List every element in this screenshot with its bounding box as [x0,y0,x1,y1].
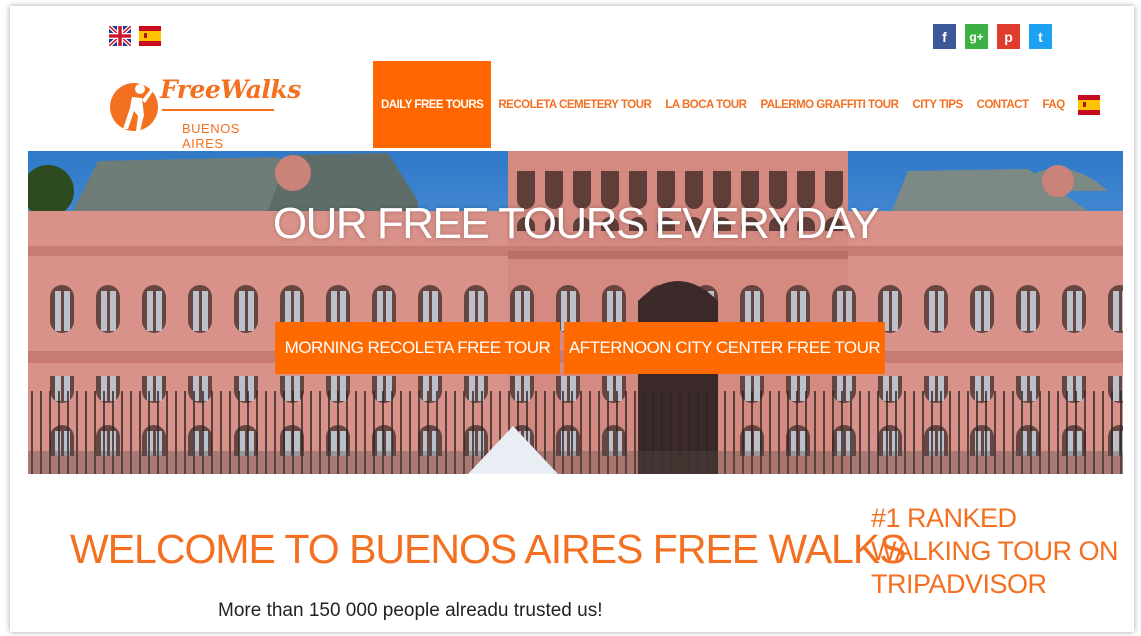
trusted-tagline: More than 150 000 people alreadu trusted… [218,600,603,621]
page: f g+ p t FreeWalks BUENOS AIRES DAILY FR… [10,6,1134,632]
social-links: f g+ p t [933,24,1052,49]
twitter-icon[interactable]: t [1029,24,1052,49]
nav-contact[interactable]: CONTACT [970,61,1036,148]
tripadvisor-ranking: #1 RANKED WALKING TOUR ON TRIPADVISOR [871,503,1119,599]
morning-recoleta-tour-button[interactable]: MORNING RECOLETA FREE TOUR [275,322,560,374]
logo-divider [162,109,274,111]
hero-banner: OUR FREE TOURS EVERYDAY MORNING RECOLETA… [28,151,1123,474]
uk-flag-icon[interactable] [109,26,131,46]
nav-faq[interactable]: FAQ [1036,61,1072,148]
logo-title: FreeWalks [160,75,301,104]
nav-palermo-graffiti-tour[interactable]: PALERMO GRAFFITI TOUR [753,61,905,148]
google-plus-icon[interactable]: g+ [965,24,988,49]
nav-daily-free-tours[interactable]: DAILY FREE TOURS [373,61,492,148]
nav-city-tips[interactable]: CITY TIPS [905,61,969,148]
main-nav: DAILY FREE TOURS RECOLETA CEMETERY TOUR … [373,61,1100,148]
facebook-icon[interactable]: f [933,24,956,49]
logo-subtitle: BUENOS AIRES [182,121,240,151]
afternoon-city-center-tour-button[interactable]: AFTERNOON CITY CENTER FREE TOUR [564,322,885,374]
hero-title: OUR FREE TOURS EVERYDAY [272,199,880,248]
nav-la-boca-tour[interactable]: LA BOCA TOUR [658,61,753,148]
nav-recoleta-cemetery-tour[interactable]: RECOLETA CEMETERY TOUR [491,61,658,148]
spain-flag-icon[interactable] [1077,94,1100,115]
spain-flag-icon[interactable] [139,26,161,46]
pinterest-icon[interactable]: p [997,24,1020,49]
welcome-heading: WELCOME TO BUENOS AIRES FREE WALKS [70,526,907,572]
site-logo[interactable]: FreeWalks BUENOS AIRES [110,69,301,151]
walker-logo-icon [110,83,158,131]
language-switcher [109,26,161,46]
